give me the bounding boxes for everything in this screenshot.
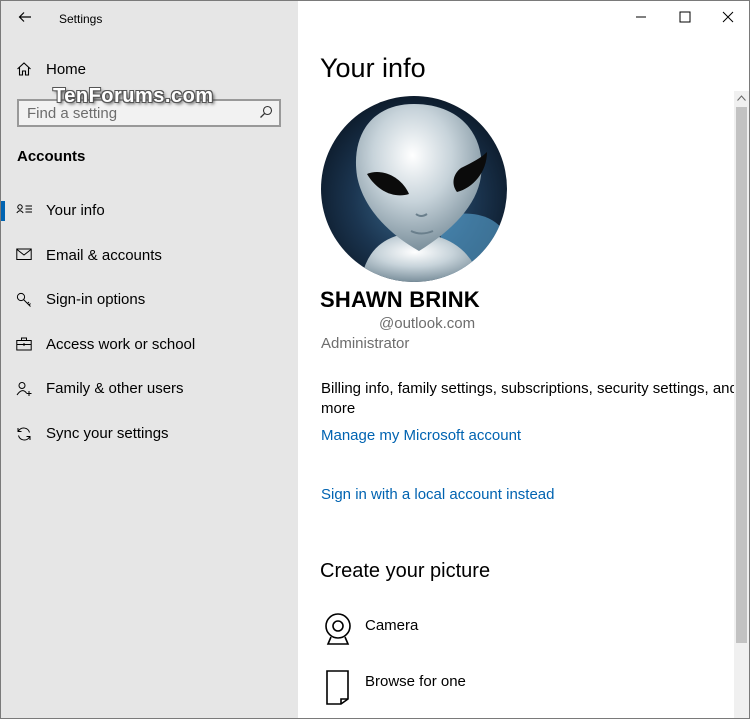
maximize-icon <box>679 11 691 23</box>
settings-window: Settings Home Accounts Your info <box>0 0 750 719</box>
scroll-up-button[interactable] <box>734 91 749 105</box>
maximize-button[interactable] <box>663 5 707 29</box>
scroll-thumb[interactable] <box>736 107 747 643</box>
sidebar-item-sign-in-options[interactable]: Sign-in options <box>1 282 298 318</box>
local-account-link[interactable]: Sign in with a local account instead <box>321 486 554 503</box>
option-label: Browse for one <box>365 673 466 690</box>
back-arrow-icon <box>18 12 31 22</box>
sidebar-item-label: Email & accounts <box>46 247 162 264</box>
sidebar-item-your-info[interactable]: Your info <box>1 193 298 229</box>
home-icon <box>16 61 32 82</box>
manage-account-link[interactable]: Manage my Microsoft account <box>321 427 521 444</box>
user-name: SHAWN BRINK <box>320 287 480 312</box>
nav-home[interactable]: Home <box>1 57 298 83</box>
page-title: Your info <box>320 53 426 83</box>
section-title: Accounts <box>17 148 86 165</box>
navigation-pane: Settings Home Accounts Your info <box>1 1 298 718</box>
sidebar-item-label: Access work or school <box>46 336 196 353</box>
search-icon[interactable] <box>259 105 273 124</box>
sidebar-item-email-accounts[interactable]: Email & accounts <box>1 238 298 274</box>
add-person-icon <box>16 381 33 402</box>
email-domain: @outlook.com <box>379 315 476 332</box>
back-button[interactable] <box>11 4 39 30</box>
minimize-icon <box>636 16 646 18</box>
email-address: @outlook.com <box>315 315 475 333</box>
account-description: Billing info, family settings, subscript… <box>321 380 738 417</box>
sidebar-item-sync-settings[interactable]: Sync your settings <box>1 416 298 452</box>
key-icon <box>16 292 32 313</box>
mail-icon <box>16 248 32 266</box>
profile-picture <box>321 96 507 282</box>
active-indicator <box>1 201 5 221</box>
close-icon <box>722 11 734 23</box>
minimize-button[interactable] <box>619 5 663 29</box>
create-picture-heading: Create your picture <box>320 560 491 582</box>
app-title: Settings <box>59 12 103 26</box>
sidebar-item-label: Your info <box>46 202 105 219</box>
close-button[interactable] <box>706 5 749 29</box>
briefcase-icon <box>16 337 32 356</box>
option-label: Camera <box>365 617 419 634</box>
home-label: Home <box>46 61 87 78</box>
chevron-up-icon <box>737 95 746 101</box>
sidebar-item-label: Sync your settings <box>46 425 169 442</box>
sidebar-item-family-users[interactable]: Family & other users <box>1 371 298 407</box>
redacted-email-user <box>315 316 379 333</box>
watermark-text: TenForums.com <box>53 85 214 107</box>
camera-option[interactable]: Camera <box>321 611 621 655</box>
person-card-icon <box>16 203 34 222</box>
sync-icon <box>16 426 32 447</box>
camera-icon <box>321 611 355 652</box>
vertical-scrollbar[interactable] <box>734 91 749 718</box>
sidebar-item-label: Family & other users <box>46 380 184 397</box>
sidebar-item-access-work[interactable]: Access work or school <box>1 327 298 363</box>
sidebar-item-label: Sign-in options <box>46 291 146 308</box>
browse-option[interactable]: Browse for one <box>321 667 621 711</box>
browse-file-icon <box>321 667 355 712</box>
account-role: Administrator <box>321 335 410 352</box>
